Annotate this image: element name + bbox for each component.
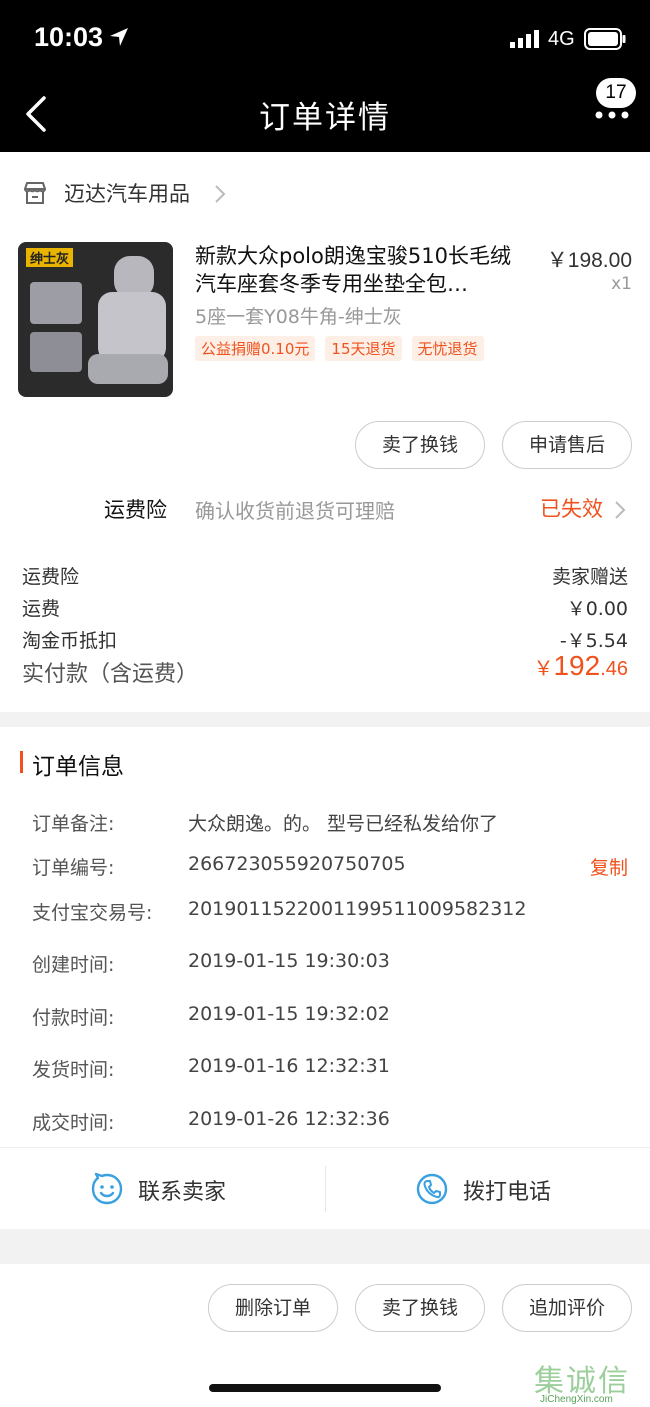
contact-bar: 联系卖家 拨打电话: [0, 1147, 650, 1229]
shipping-insurance-row[interactable]: 运费险 确认收货前退货可理赔 已失效: [0, 490, 650, 534]
info-label-note: 订单备注:: [32, 813, 115, 835]
info-value-order-number: 266723055920750705: [188, 853, 406, 875]
chat-face-icon: [91, 1172, 123, 1205]
product-quantity: x1: [611, 274, 632, 294]
paid-currency: ￥: [533, 658, 554, 680]
product-image-label: 绅士灰: [26, 248, 74, 267]
signal-icon: [510, 30, 539, 48]
message-badge[interactable]: 17: [596, 78, 636, 108]
status-time: 10:03: [34, 22, 104, 52]
call-phone-button[interactable]: 拨打电话: [325, 1148, 650, 1230]
navigation-bar: 订单详情 17: [0, 78, 650, 152]
info-value-alipay-trade: 2019011522001199511009582312: [188, 898, 527, 920]
status-bar: 10:03 4G: [0, 0, 650, 78]
insurance-desc: 确认收货前退货可理赔: [195, 499, 395, 523]
network-type: 4G: [548, 28, 575, 50]
fee-value: ￥0.00: [566, 598, 628, 620]
tag-worry-free-return: 无忧退货: [411, 336, 484, 361]
insurance-label: 运费险: [104, 498, 167, 522]
watermark: 集诚信 JiChengXin.com: [534, 1356, 644, 1405]
battery-icon: [584, 28, 626, 50]
call-phone-label: 拨打电话: [463, 1180, 552, 1205]
phone-icon: [416, 1173, 448, 1205]
sell-for-cash-button[interactable]: 卖了换钱: [355, 1284, 485, 1332]
fee-label: 运费险: [22, 566, 80, 588]
insurance-status: 已失效: [540, 497, 603, 521]
fee-row-insurance: 运费险 卖家赠送: [22, 562, 628, 590]
contact-seller-button[interactable]: 联系卖家: [0, 1148, 325, 1230]
fee-label: 运费: [22, 598, 61, 620]
paid-integer: 192: [553, 650, 601, 681]
after-sale-button[interactable]: 申请售后: [502, 421, 632, 469]
order-info-title: 订单信息: [32, 754, 124, 780]
fee-row-shipping: 运费 ￥0.00: [22, 594, 628, 622]
location-arrow-icon: [110, 28, 128, 46]
product-price: ￥198.00: [546, 249, 632, 272]
info-value-created: 2019-01-15 19:30:03: [188, 950, 390, 972]
seat-back-shape: [98, 292, 166, 362]
watermark-sub: JiChengXin.com: [540, 1394, 613, 1405]
page-title: 订单详情: [259, 100, 391, 136]
info-value-completed: 2019-01-26 12:32:36: [188, 1108, 390, 1130]
seat-base-shape: [88, 354, 168, 384]
info-label-paid: 付款时间:: [32, 1007, 115, 1029]
store-name[interactable]: 迈达汽车用品: [64, 178, 190, 208]
paid-amount-label: 实付款（含运费）: [22, 662, 199, 687]
contact-seller-label: 联系卖家: [138, 1180, 227, 1205]
chevron-right-icon: [615, 501, 626, 519]
info-label-order-number: 订单编号:: [32, 857, 115, 879]
store-icon: [24, 182, 46, 204]
info-value-paid: 2019-01-15 19:32:02: [188, 1003, 390, 1025]
product-tags: 公益捐赠0.10元 15天退货 无忧退货: [195, 336, 494, 361]
tag-15-day-return: 15天退货: [325, 336, 402, 361]
fee-value: 卖家赠送: [551, 566, 628, 588]
info-label-alipay-trade: 支付宝交易号:: [32, 902, 153, 924]
seat-preview-shape: [30, 332, 82, 372]
sell-for-cash-button[interactable]: 卖了换钱: [355, 421, 485, 469]
product-image[interactable]: 绅士灰: [18, 242, 173, 397]
product-title[interactable]: 新款大众polo朗逸宝骏510长毛绒汽车座套冬季专用坐垫全包…: [195, 242, 520, 298]
add-review-button[interactable]: 追加评价: [502, 1284, 632, 1332]
copy-order-number-button[interactable]: 复制: [590, 853, 628, 880]
info-label-created: 创建时间:: [32, 954, 115, 976]
product-sku: 5座一套Y08牛角-绅士灰: [195, 306, 402, 328]
chevron-right-icon: [215, 185, 226, 203]
fee-label: 淘金币抵扣: [22, 630, 118, 652]
fee-value: -￥5.54: [559, 630, 628, 652]
delete-order-button[interactable]: 删除订单: [208, 1284, 338, 1332]
paid-amount: ￥192.46: [533, 650, 628, 682]
paid-decimal: .46: [600, 658, 628, 680]
product-card: 迈达汽车用品 绅士灰 新款大众polo朗逸宝骏510长毛绒汽车座套冬季专用坐垫全…: [0, 152, 650, 712]
order-info-card: 订单信息 订单备注: 大众朗逸。的。 型号已经私发给你了 订单编号: 26672…: [0, 727, 650, 1229]
seat-preview-shape: [30, 282, 82, 324]
info-value-note: 大众朗逸。的。 型号已经私发给你了: [188, 813, 499, 835]
section-accent-bar: [20, 751, 23, 773]
info-label-shipped: 发货时间:: [32, 1059, 115, 1081]
info-label-completed: 成交时间:: [32, 1112, 115, 1134]
tag-donation: 公益捐赠0.10元: [195, 336, 316, 361]
home-indicator[interactable]: [209, 1384, 441, 1392]
info-value-shipped: 2019-01-16 12:32:31: [188, 1055, 390, 1077]
more-icon[interactable]: [594, 108, 630, 122]
